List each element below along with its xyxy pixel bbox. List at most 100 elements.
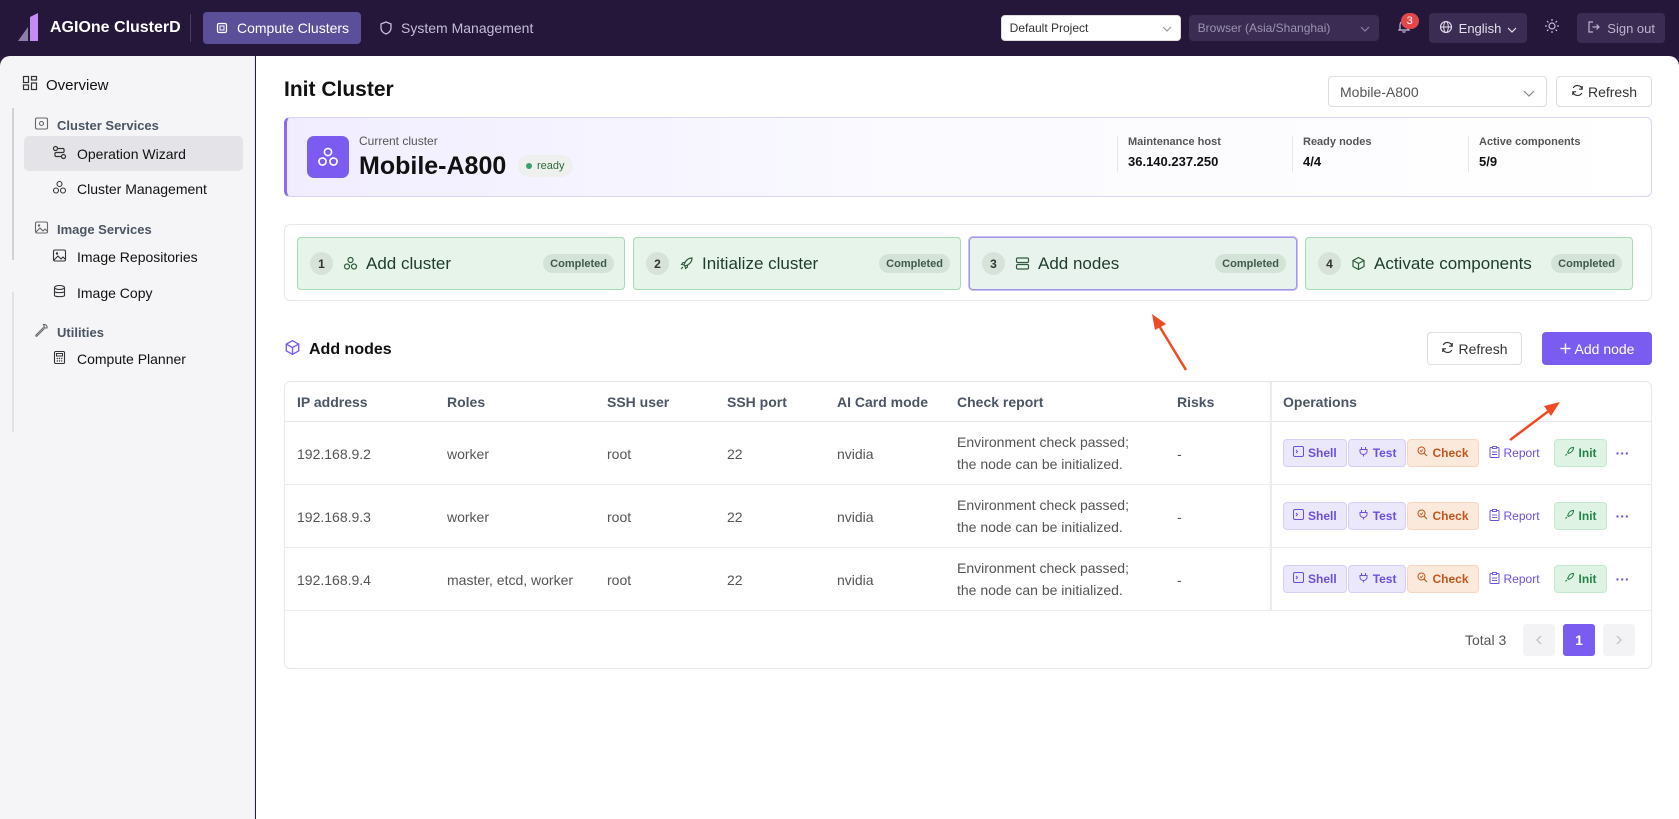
tab-system-management[interactable]: System Management — [367, 12, 545, 44]
theme-toggle-button[interactable] — [1535, 13, 1569, 43]
stat-ready-nodes: Ready nodes 4/4 — [1292, 136, 1371, 172]
test-button[interactable]: Test — [1347, 502, 1407, 530]
test-button[interactable]: Test — [1347, 439, 1407, 467]
shell-label: Shell — [1308, 572, 1337, 586]
chevron-down-icon — [1507, 21, 1517, 36]
init-button[interactable]: Init — [1553, 565, 1607, 593]
add-node-button[interactable]: Add node — [1542, 332, 1652, 365]
current-cluster-name: Mobile-A800 — [359, 152, 507, 180]
test-button[interactable]: Test — [1347, 565, 1407, 593]
sidebar-item-label: Image Repositories — [77, 248, 198, 265]
tab-label: Compute Clusters — [237, 20, 350, 36]
wrench-icon — [34, 323, 49, 341]
stat-value: 4/4 — [1303, 154, 1322, 169]
sidebar-item-compute-planner[interactable]: Compute Planner — [24, 341, 243, 376]
chip-icon — [215, 21, 229, 35]
sidebar-item-operation-wizard[interactable]: Operation Wizard — [24, 136, 243, 171]
cluster-select-value: Mobile-A800 — [1340, 83, 1419, 100]
check-button[interactable]: Check — [1407, 439, 1479, 467]
rocket-icon — [679, 256, 694, 271]
sidebar-item-image-repositories[interactable]: Image Repositories — [24, 239, 243, 274]
init-button[interactable]: Init — [1553, 502, 1607, 530]
check-button[interactable]: Check — [1407, 565, 1479, 593]
chevron-down-icon — [1523, 84, 1535, 100]
report-button[interactable]: Report — [1480, 565, 1549, 593]
nodes-refresh-button[interactable]: Refresh — [1427, 332, 1522, 365]
step-activate-components[interactable]: 4 Activate components Completed — [1305, 237, 1633, 290]
route-icon — [52, 145, 67, 163]
search-check-icon — [1417, 446, 1428, 460]
sidebar-item-cluster-management[interactable]: Cluster Management — [24, 171, 243, 206]
terminal-icon — [1293, 572, 1304, 586]
prev-page-button[interactable] — [1523, 624, 1555, 656]
page-button-current[interactable]: 1 — [1563, 624, 1595, 656]
sidebar-group-cluster-services: Cluster Services — [34, 116, 159, 134]
cell-ssh-port: 22 — [727, 572, 743, 588]
stat-active-components: Active components 5/9 — [1468, 136, 1580, 172]
sidebar-item-label: Compute Planner — [77, 350, 186, 367]
sidebar-group-label: Utilities — [57, 324, 104, 340]
shell-button[interactable]: Shell — [1283, 565, 1347, 593]
shell-button[interactable]: Shell — [1283, 439, 1347, 467]
plus-icon — [1560, 341, 1571, 357]
notifications-button[interactable]: 3 — [1387, 13, 1421, 43]
step-status-badge: Completed — [879, 254, 950, 273]
sidebar-group-image-services: Image Services — [34, 220, 152, 238]
column-header: Roles — [447, 394, 486, 410]
table-row: 192.168.9.2 worker root 22 nvidia Enviro… — [285, 422, 1651, 485]
sidebar-item-label: Image Copy — [77, 284, 153, 301]
more-actions-button[interactable]: ··· — [1608, 439, 1638, 467]
wizard-steps: 1 Add cluster Completed 2 Initialize clu… — [284, 224, 1652, 301]
check-label: Check — [1432, 509, 1469, 523]
cell-ai-card-mode: nvidia — [837, 509, 874, 525]
step-number: 1 — [310, 252, 333, 275]
cluster-select[interactable]: Mobile-A800 — [1328, 76, 1547, 107]
logout-icon — [1587, 20, 1601, 37]
tab-compute-clusters[interactable]: Compute Clusters — [203, 12, 362, 44]
cluster-icon — [343, 256, 358, 271]
step-add-nodes[interactable]: 3 Add nodes Completed — [969, 237, 1297, 290]
status-label: ready — [537, 160, 565, 172]
language-select[interactable]: English — [1428, 13, 1528, 43]
sidebar-item-image-copy[interactable]: Image Copy — [24, 275, 243, 310]
more-actions-button[interactable]: ··· — [1608, 565, 1638, 593]
cell-risks: - — [1177, 509, 1182, 525]
brand[interactable]: AGIOne ClusterD — [16, 13, 182, 43]
init-label: Init — [1578, 509, 1597, 523]
sidebar-item-overview[interactable]: Overview — [22, 75, 109, 95]
cell-risks: - — [1177, 572, 1182, 588]
dashboard-icon — [22, 75, 38, 95]
project-select[interactable]: Default Project — [1000, 15, 1181, 41]
sign-out-button[interactable]: Sign out — [1577, 13, 1665, 43]
report-button[interactable]: Report — [1480, 439, 1549, 467]
step-label: Add nodes — [1038, 253, 1120, 273]
init-button[interactable]: Init — [1553, 439, 1607, 467]
check-button[interactable]: Check — [1407, 502, 1479, 530]
image-icon — [34, 220, 49, 238]
test-label: Test — [1372, 446, 1397, 460]
shell-label: Shell — [1308, 509, 1337, 523]
cell-ai-card-mode: nvidia — [837, 446, 874, 462]
cell-ssh-port: 22 — [727, 509, 743, 525]
next-page-button[interactable] — [1603, 624, 1635, 656]
refresh-button[interactable]: Refresh — [1556, 76, 1652, 107]
step-add-cluster[interactable]: 1 Add cluster Completed — [297, 237, 625, 290]
cell-check-report-line2: the node can be initialized. — [957, 582, 1123, 598]
report-button[interactable]: Report — [1480, 502, 1549, 530]
shell-button[interactable]: Shell — [1283, 502, 1347, 530]
stat-key: Active components — [1479, 136, 1581, 148]
package-icon — [284, 339, 301, 361]
current-cluster-card: Current cluster Mobile-A800 ready Mainte… — [284, 117, 1652, 197]
cell-check-report-line1: Environment check passed; — [957, 560, 1129, 576]
step-status-badge: Completed — [543, 254, 614, 273]
row-operations: Shell Test Check Report Init ··· — [1283, 565, 1638, 593]
divider — [190, 14, 191, 42]
shell-label: Shell — [1308, 446, 1337, 460]
column-header: Risks — [1177, 394, 1215, 410]
server-icon — [1015, 256, 1030, 271]
add-node-label: Add node — [1574, 340, 1635, 357]
timezone-select[interactable]: Browser (Asia/Shanghai) — [1188, 15, 1379, 41]
step-initialize-cluster[interactable]: 2 Initialize cluster Completed — [633, 237, 961, 290]
plug-icon — [1358, 509, 1369, 523]
more-actions-button[interactable]: ··· — [1608, 502, 1638, 530]
